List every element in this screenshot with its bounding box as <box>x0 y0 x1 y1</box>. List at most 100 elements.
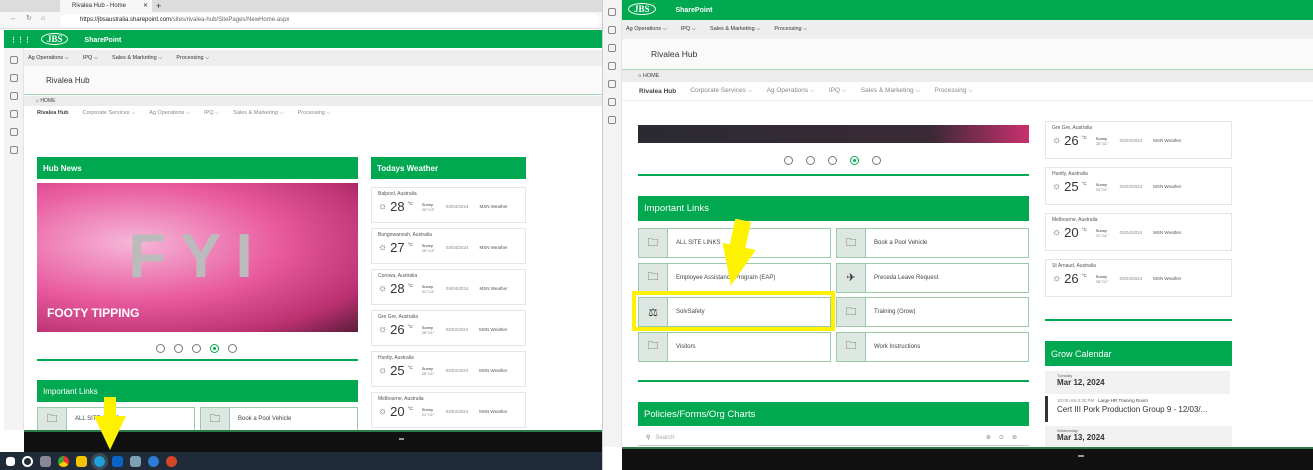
file-icon[interactable] <box>9 110 18 118</box>
nav-item[interactable]: Sales & Marketing ⌵ <box>112 55 162 62</box>
skype-icon[interactable] <box>148 455 159 467</box>
app-launcher-icon[interactable] <box>608 8 616 16</box>
weather-card[interactable]: Melbourne, Australia ☼ 20 °C Sunny 21°/11° 03/… <box>1045 213 1232 251</box>
weather-source: MSN Weather <box>1153 138 1182 143</box>
news-carousel-image[interactable]: FYI FOOTY TIPPING <box>37 183 358 332</box>
nav-item[interactable]: Ag Operations ⌵ <box>626 26 667 33</box>
nav-item[interactable]: Rivalea Hub <box>37 110 68 116</box>
divider <box>37 359 358 361</box>
important-link[interactable]: 🗀 Training (Grow) <box>836 297 1029 327</box>
carousel-dot[interactable] <box>806 156 815 165</box>
home-icon[interactable] <box>608 26 616 34</box>
calendar-day: Tuesday Mar 12, 2024 <box>1045 371 1230 394</box>
weather-condition: Sunny 26°/11° <box>421 365 435 376</box>
nav-item[interactable]: IPQ ⌵ <box>681 26 696 33</box>
news-caption[interactable]: FOOTY TIPPING <box>47 306 139 320</box>
powerpoint-icon[interactable] <box>166 455 177 467</box>
nav-item[interactable]: Sales & Marketing ⌵ <box>861 87 920 95</box>
home-icon[interactable] <box>9 56 18 64</box>
sharepoint-label[interactable]: SharePoint <box>675 7 712 14</box>
carousel-dot[interactable] <box>210 344 219 353</box>
list-icon[interactable] <box>608 98 616 106</box>
news-icon[interactable] <box>608 62 616 70</box>
close-tab-icon[interactable]: ✕ <box>143 0 148 12</box>
nav-item[interactable]: IPQ ⌵ <box>83 55 98 62</box>
carousel-dot[interactable] <box>784 156 793 165</box>
temp-unit: °C <box>407 242 413 247</box>
nav-item[interactable]: Processing ⌵ <box>774 26 807 33</box>
nav-item[interactable]: Sales & Marketing ⌵ <box>233 110 283 117</box>
weather-card[interactable]: Huntly, Australia ☼ 25 °C Sunny 26°/11° 03/04/… <box>371 351 526 387</box>
breadcrumb[interactable]: ⌂ HOME <box>24 96 602 106</box>
site-title[interactable]: Rivalea Hub <box>46 76 90 85</box>
nav-item[interactable]: Corporate Services ⌵ <box>82 110 135 117</box>
start-icon[interactable] <box>6 456 15 466</box>
nav-item[interactable]: Ag Operations ⌵ <box>28 55 69 62</box>
file-icon[interactable] <box>608 80 616 88</box>
nav-buttons-icon[interactable]: ←↻⌂ <box>10 14 54 22</box>
site-title[interactable]: Rivalea Hub <box>651 49 697 59</box>
weather-card[interactable]: Bungowannah, Australia ☼ 27 °C Sunny 29°/13° 0… <box>371 228 526 264</box>
weather-date: 03/04/2024 <box>445 327 469 332</box>
nav-item[interactable]: Corporate Services ⌵ <box>690 87 752 95</box>
url-field[interactable]: https://jbsaustralia.sharepoint.com/site… <box>60 14 600 27</box>
airplane-icon: ✈ <box>837 263 866 292</box>
weather-card[interactable]: Gre Gre, Australia ☼ 26 °C Sunny 28°/11° 03/04… <box>371 310 526 346</box>
nav-item[interactable]: Processing ⌵ <box>934 87 973 95</box>
sun-icon: ☼ <box>1052 181 1062 192</box>
carousel-dot[interactable] <box>872 156 881 165</box>
policies-search-input[interactable]: ⚲ Search ⊕⊙⊛ <box>638 430 1029 446</box>
list-icon[interactable] <box>9 128 18 136</box>
sharepoint-label[interactable]: SharePoint <box>84 37 121 44</box>
nav-item[interactable]: Ag Operations ⌵ <box>767 87 815 95</box>
app-icon[interactable] <box>130 455 141 467</box>
link-book-pool-vehicle[interactable]: 🗀 Book a Pool Vehicle <box>200 407 358 431</box>
nav-item[interactable]: Sales & Marketing ⌵ <box>710 26 760 33</box>
nav-item[interactable]: Processing ⌵ <box>298 110 331 117</box>
task-view-icon[interactable] <box>40 455 51 467</box>
weather-card[interactable]: Melbourne, Australia ☼ 20 °C Sunny 21°/11° 03/… <box>371 392 526 428</box>
calendar-event[interactable]: 10:00 AM-3:30 PM Large HR Training Room C… <box>1045 396 1235 422</box>
breadcrumb-right[interactable]: ⌂ HOME <box>622 70 1313 82</box>
search-icon[interactable] <box>22 455 33 467</box>
temp-unit: °C <box>1081 227 1087 232</box>
weather-card[interactable]: Huntly, Australia ☼ 25 °C Sunny 26°/11° 03/04/… <box>1045 167 1232 205</box>
app-launcher-icon[interactable]: ⋮⋮⋮ <box>10 37 31 44</box>
important-link[interactable]: 🗀 Book a Pool Vehicle <box>836 228 1029 258</box>
outlook-icon[interactable] <box>112 455 123 467</box>
nav-item[interactable]: IPQ ⌵ <box>829 87 847 95</box>
weather-source: MSN Weather <box>479 368 508 373</box>
resize-handle[interactable] <box>399 438 404 440</box>
news-icon[interactable] <box>9 92 18 100</box>
globe-icon[interactable] <box>608 44 616 52</box>
add-icon[interactable] <box>9 146 18 154</box>
nav-item[interactable]: Ag Operations ⌵ <box>149 110 190 117</box>
news-carousel-image[interactable] <box>638 125 1029 143</box>
browser-tab[interactable]: Rivalea Hub - Home ✕ <box>60 0 152 12</box>
add-icon[interactable] <box>608 116 616 124</box>
carousel-dot[interactable] <box>850 156 859 165</box>
weather-date: 03/04/2024 <box>445 204 469 209</box>
edge-icon[interactable] <box>91 452 108 470</box>
carousel-dot[interactable] <box>174 344 183 353</box>
important-link[interactable]: 🗀 Work Instructions <box>836 331 1029 362</box>
new-tab-icon[interactable]: + <box>156 0 161 12</box>
chrome-icon[interactable] <box>58 455 69 467</box>
important-link[interactable]: 🗀 Visitors <box>638 331 831 362</box>
carousel-dot[interactable] <box>192 344 201 353</box>
nav-item[interactable]: Processing ⌵ <box>176 55 209 62</box>
important-link[interactable]: ✈ Preceda Leave Request <box>836 262 1029 293</box>
nav-item[interactable]: IPQ ⌵ <box>204 110 219 117</box>
weather-card[interactable]: St Arnaud, Australia ☼ 26 °C Sunny 28°/11° 03/… <box>1045 259 1232 297</box>
file-explorer-icon[interactable] <box>76 455 87 467</box>
weather-card[interactable]: Corowa, Australia ☼ 28 °C Sunny 31°/14° 03/04/… <box>371 269 526 305</box>
carousel-dot[interactable] <box>156 344 165 353</box>
sort-icons[interactable]: ⊕⊙⊛ <box>986 434 1029 441</box>
resize-handle[interactable] <box>1078 455 1084 457</box>
globe-icon[interactable] <box>9 74 18 82</box>
nav-item[interactable]: Rivalea Hub <box>639 88 676 95</box>
weather-card[interactable]: Balpool, Australia ☼ 28 °C Sunny 29°/13° 03/04… <box>371 187 526 223</box>
carousel-dot[interactable] <box>228 344 237 353</box>
weather-card[interactable]: Gre Gre, Australia ☼ 26 °C Sunny 28°/11° 03/04… <box>1045 121 1232 159</box>
carousel-dot[interactable] <box>828 156 837 165</box>
